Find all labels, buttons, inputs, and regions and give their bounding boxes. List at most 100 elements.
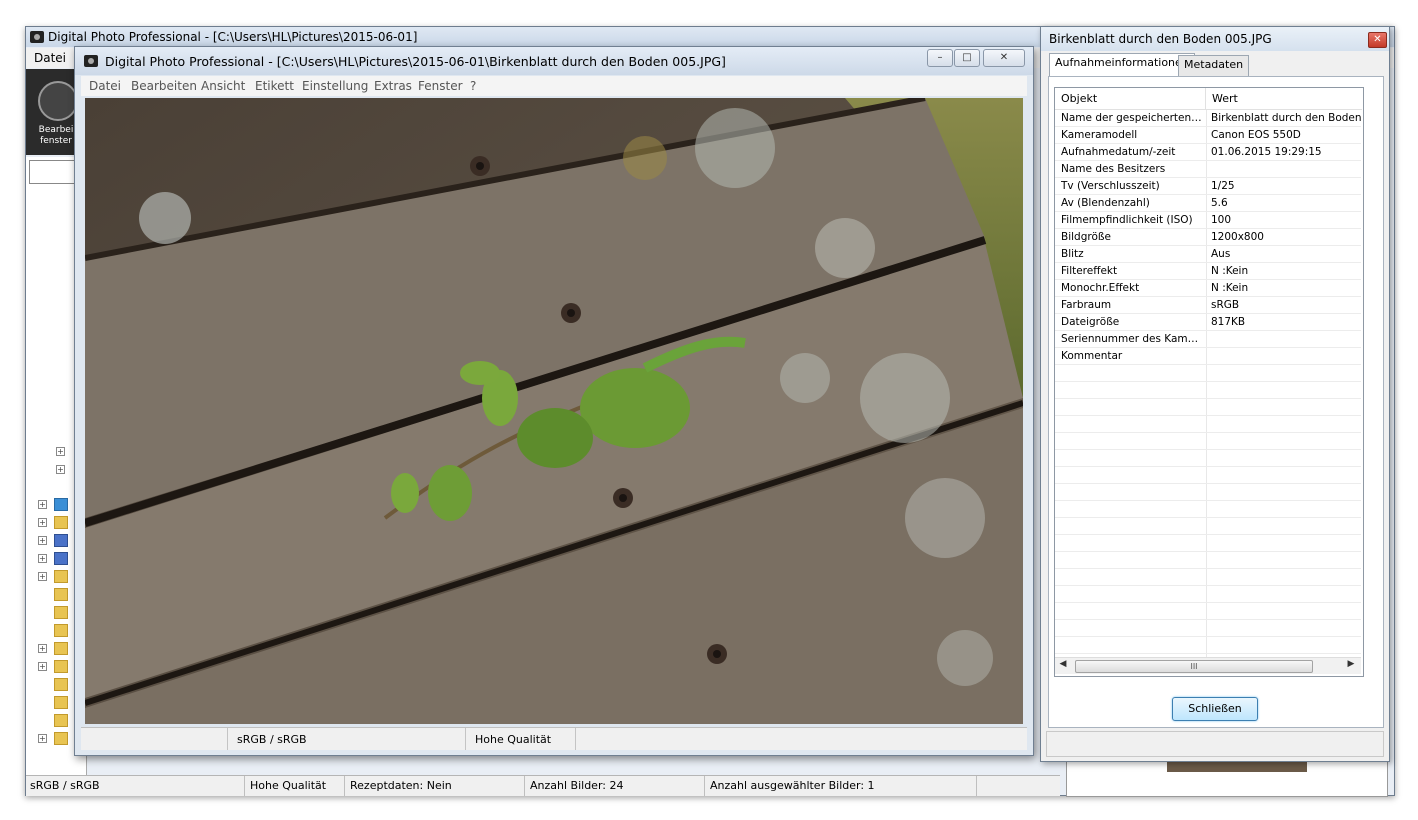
- photo-canvas[interactable]: [85, 98, 1023, 724]
- close-button[interactable]: ✕: [983, 49, 1025, 67]
- table-row[interactable]: [1055, 484, 1361, 501]
- tab-aufnahmeinformationen[interactable]: Aufnahmeinformationen: [1049, 53, 1195, 76]
- menu-etikett[interactable]: Etikett: [255, 79, 294, 93]
- horizontal-scrollbar[interactable]: ◀ III ▶: [1055, 657, 1361, 674]
- menu-ansicht[interactable]: Ansicht: [201, 79, 245, 93]
- main-window-title: Digital Photo Professional - [C:\Users\H…: [48, 30, 418, 44]
- scroll-left-icon[interactable]: ◀: [1057, 659, 1069, 669]
- menu-einstellung[interactable]: Einstellung: [302, 79, 368, 93]
- main-menu-datei[interactable]: Datei: [34, 51, 66, 65]
- row-value: 817KB: [1211, 316, 1246, 328]
- folder-icon: [54, 696, 68, 709]
- row-value: N :Kein: [1211, 265, 1249, 277]
- table-row[interactable]: [1055, 450, 1361, 467]
- scroll-thumb[interactable]: III: [1075, 660, 1313, 673]
- menu-fenster[interactable]: Fenster: [418, 79, 463, 93]
- row-key: Filmempfindlichkeit (ISO): [1061, 214, 1193, 226]
- folder-icon: [54, 732, 68, 745]
- table-row[interactable]: Blitz Aus: [1055, 246, 1361, 263]
- scroll-right-icon[interactable]: ▶: [1345, 659, 1357, 669]
- close-icon[interactable]: ✕: [1368, 32, 1387, 48]
- status-selected-count: Anzahl ausgewählter Bilder: 1: [710, 779, 875, 792]
- table-row[interactable]: [1055, 552, 1361, 569]
- column-header-wert[interactable]: Wert: [1206, 88, 1362, 110]
- tree-expand-icon[interactable]: +: [38, 734, 47, 743]
- row-value: 1200x800: [1211, 231, 1264, 243]
- table-row[interactable]: Aufnahmedatum/-zeit 01.06.2015 19:29:15: [1055, 144, 1361, 161]
- row-key: Filtereffekt: [1061, 265, 1118, 277]
- viewer-status-color-space: sRGB / sRGB: [237, 733, 307, 746]
- table-row[interactable]: [1055, 620, 1361, 637]
- tree-expand-icon[interactable]: +: [38, 644, 47, 653]
- menu-extras[interactable]: Extras: [374, 79, 412, 93]
- table-row[interactable]: Filmempfindlichkeit (ISO) 100: [1055, 212, 1361, 229]
- row-value: 01.06.2015 19:29:15: [1211, 146, 1322, 158]
- table-row[interactable]: [1055, 637, 1361, 654]
- tree-expand-icon[interactable]: +: [56, 447, 65, 456]
- row-value: 1/25: [1211, 180, 1235, 192]
- tree-expand-icon[interactable]: +: [38, 554, 47, 563]
- table-row[interactable]: Tv (Verschlusszeit) 1/25: [1055, 178, 1361, 195]
- row-key: Name des Besitzers: [1061, 163, 1166, 175]
- info-list: Objekt Wert Name der gespeicherten D... B…: [1054, 87, 1364, 677]
- info-dialog-title: Birkenblatt durch den Boden 005.JPG: [1049, 32, 1272, 46]
- folder-icon: [54, 588, 68, 601]
- row-key: Blitz: [1061, 248, 1084, 260]
- tab-metadaten[interactable]: Metadaten: [1178, 55, 1250, 76]
- close-button[interactable]: Schließen: [1172, 697, 1258, 721]
- table-row[interactable]: Filtereffekt N :Kein: [1055, 263, 1361, 280]
- table-row[interactable]: [1055, 365, 1361, 382]
- maximize-button[interactable]: □: [954, 49, 980, 67]
- table-row[interactable]: Monochr.Effekt N :Kein: [1055, 280, 1361, 297]
- tree-expand-icon[interactable]: +: [38, 536, 47, 545]
- edit-window-icon[interactable]: [38, 81, 78, 121]
- row-key: Farbraum: [1061, 299, 1112, 311]
- menu-bearbeiten[interactable]: Bearbeiten: [131, 79, 197, 93]
- table-row[interactable]: [1055, 501, 1361, 518]
- minimize-button[interactable]: –: [927, 49, 953, 67]
- row-key: Monochr.Effekt: [1061, 282, 1140, 294]
- table-row[interactable]: Name des Besitzers: [1055, 161, 1361, 178]
- folder-icon: [54, 714, 68, 727]
- table-row[interactable]: [1055, 518, 1361, 535]
- folder-icon: [54, 624, 68, 637]
- folder-icon: [54, 660, 68, 673]
- table-row[interactable]: [1055, 467, 1361, 484]
- table-row[interactable]: [1055, 399, 1361, 416]
- table-row[interactable]: Seriennummer des Kamera...: [1055, 331, 1361, 348]
- menu-help[interactable]: ?: [470, 79, 476, 93]
- table-row[interactable]: Farbraum sRGB: [1055, 297, 1361, 314]
- table-row[interactable]: [1055, 382, 1361, 399]
- computer-icon: [54, 534, 68, 547]
- column-header-objekt[interactable]: Objekt: [1055, 88, 1206, 110]
- menu-datei[interactable]: Datei: [89, 79, 121, 93]
- table-row[interactable]: [1055, 569, 1361, 586]
- camera-icon: [84, 55, 98, 67]
- status-recipe: Rezeptdaten: Nein: [350, 779, 452, 792]
- table-row[interactable]: Dateigröße 817KB: [1055, 314, 1361, 331]
- row-value: Aus: [1211, 248, 1231, 260]
- row-key: Tv (Verschlusszeit): [1061, 180, 1160, 192]
- row-key: Aufnahmedatum/-zeit: [1061, 146, 1176, 158]
- row-value: Canon EOS 550D: [1211, 129, 1301, 141]
- tree-expand-icon[interactable]: +: [38, 500, 47, 509]
- table-row[interactable]: Kameramodell Canon EOS 550D: [1055, 127, 1361, 144]
- table-row[interactable]: [1055, 433, 1361, 450]
- table-row[interactable]: [1055, 586, 1361, 603]
- tree-expand-icon[interactable]: +: [38, 518, 47, 527]
- table-row[interactable]: Av (Blendenzahl) 5.6: [1055, 195, 1361, 212]
- table-row[interactable]: [1055, 535, 1361, 552]
- table-row[interactable]: [1055, 603, 1361, 620]
- table-row[interactable]: Bildgröße 1200x800: [1055, 229, 1361, 246]
- row-value: 100: [1211, 214, 1232, 226]
- tree-expand-icon[interactable]: +: [56, 465, 65, 474]
- tree-expand-icon[interactable]: +: [38, 572, 47, 581]
- table-row[interactable]: [1055, 416, 1361, 433]
- tree-expand-icon[interactable]: +: [38, 662, 47, 671]
- row-key: Seriennummer des Kamera...: [1061, 333, 1204, 345]
- status-color-space: sRGB / sRGB: [30, 779, 100, 792]
- table-row[interactable]: Kommentar: [1055, 348, 1361, 365]
- table-row[interactable]: Name der gespeicherten D... Birkenblatt d…: [1055, 110, 1363, 127]
- viewer-status-quality: Hohe Qualität: [475, 733, 552, 746]
- row-key: Name der gespeicherten D...: [1061, 112, 1204, 124]
